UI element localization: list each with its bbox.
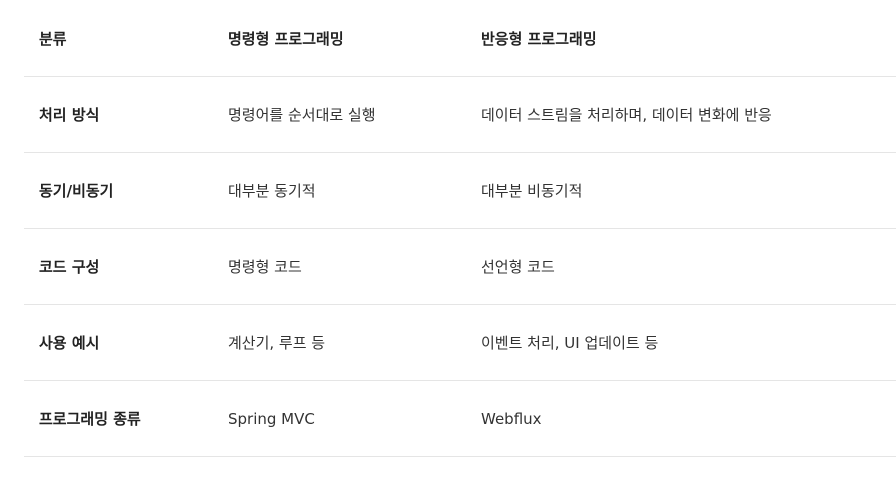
reactive-cell: Webflux [466,380,896,457]
table-row: 코드 구성 명령형 코드 선언형 코드 [24,228,896,305]
reactive-cell: 대부분 비동기적 [466,152,896,229]
header-row: 분류 명령형 프로그래밍 반응형 프로그래밍 [24,0,896,77]
imperative-cell: 계산기, 루프 등 [213,304,466,381]
row-label: 처리 방식 [24,76,213,153]
comparison-table: 분류 명령형 프로그래밍 반응형 프로그래밍 처리 방식 명령어를 순서대로 실… [24,0,896,457]
header-category: 분류 [24,0,213,77]
comparison-table-container: 분류 명령형 프로그래밍 반응형 프로그래밍 처리 방식 명령어를 순서대로 실… [24,0,896,457]
reactive-cell: 이벤트 처리, UI 업데이트 등 [466,304,896,381]
row-label: 프로그래밍 종류 [24,380,213,457]
reactive-cell: 데이터 스트림을 처리하며, 데이터 변화에 반응 [466,76,896,153]
row-label: 코드 구성 [24,228,213,305]
imperative-cell: Spring MVC [213,380,466,457]
row-label: 동기/비동기 [24,152,213,229]
row-label: 사용 예시 [24,304,213,381]
imperative-cell: 명령형 코드 [213,228,466,305]
table-row: 처리 방식 명령어를 순서대로 실행 데이터 스트림을 처리하며, 데이터 변화… [24,76,896,153]
reactive-cell: 선언형 코드 [466,228,896,305]
table-body: 처리 방식 명령어를 순서대로 실행 데이터 스트림을 처리하며, 데이터 변화… [24,76,896,457]
table-header: 분류 명령형 프로그래밍 반응형 프로그래밍 [24,0,896,77]
table-row: 프로그래밍 종류 Spring MVC Webflux [24,380,896,457]
table-row: 동기/비동기 대부분 동기적 대부분 비동기적 [24,152,896,229]
imperative-cell: 대부분 동기적 [213,152,466,229]
imperative-cell: 명령어를 순서대로 실행 [213,76,466,153]
table-row: 사용 예시 계산기, 루프 등 이벤트 처리, UI 업데이트 등 [24,304,896,381]
header-reactive: 반응형 프로그래밍 [466,0,896,77]
header-imperative: 명령형 프로그래밍 [213,0,466,77]
